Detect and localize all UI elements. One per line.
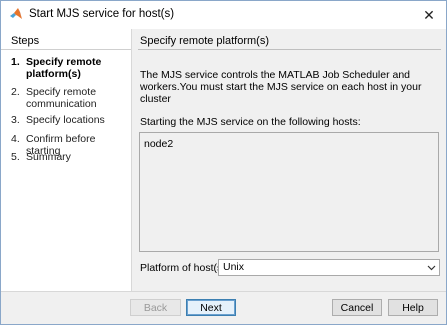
cancel-button[interactable]: Cancel: [332, 299, 382, 316]
step-label: Specify remote communication: [26, 86, 97, 110]
platform-label: Platform of host(s):: [140, 262, 229, 274]
step-number: 1.: [11, 56, 20, 68]
step-label: Summary: [26, 151, 71, 163]
button-bar: Back Next Cancel Help: [1, 291, 446, 324]
step-number: 3.: [11, 114, 20, 126]
help-button[interactable]: Help: [388, 299, 438, 316]
hosts-label: Starting the MJS service on the followin…: [140, 116, 361, 128]
platform-select-value: Unix: [223, 261, 245, 273]
panel-title: Specify remote platform(s): [140, 35, 269, 47]
list-item: node2: [144, 138, 174, 150]
step-number: 5.: [11, 151, 20, 163]
back-button[interactable]: Back: [130, 299, 181, 316]
window-title: Start MJS service for host(s): [29, 8, 175, 20]
step-label: Specify remote platform(s): [26, 56, 102, 80]
close-icon[interactable]: ✕: [412, 1, 446, 29]
hosts-list[interactable]: node2: [139, 132, 439, 252]
step-number: 2.: [11, 86, 20, 98]
main-panel: Specify remote platform(s) The MJS servi…: [132, 29, 446, 291]
step-label: Specify locations: [26, 114, 105, 126]
matlab-icon: [9, 7, 23, 21]
next-button[interactable]: Next: [186, 299, 236, 316]
step-number: 4.: [11, 133, 20, 145]
description-text: The MJS service controls the MATLAB Job …: [140, 69, 422, 105]
platform-select[interactable]: Unix: [218, 259, 440, 276]
title-bar: Start MJS service for host(s) ✕: [1, 1, 446, 29]
steps-title: Steps: [11, 35, 40, 47]
steps-sidebar: Steps 1. Specify remote platform(s) 2. S…: [1, 29, 132, 291]
divider: [1, 49, 131, 50]
dialog-window: Start MJS service for host(s) ✕ Steps 1.…: [0, 0, 447, 325]
divider: [138, 49, 441, 50]
chevron-down-icon[interactable]: [423, 260, 439, 275]
